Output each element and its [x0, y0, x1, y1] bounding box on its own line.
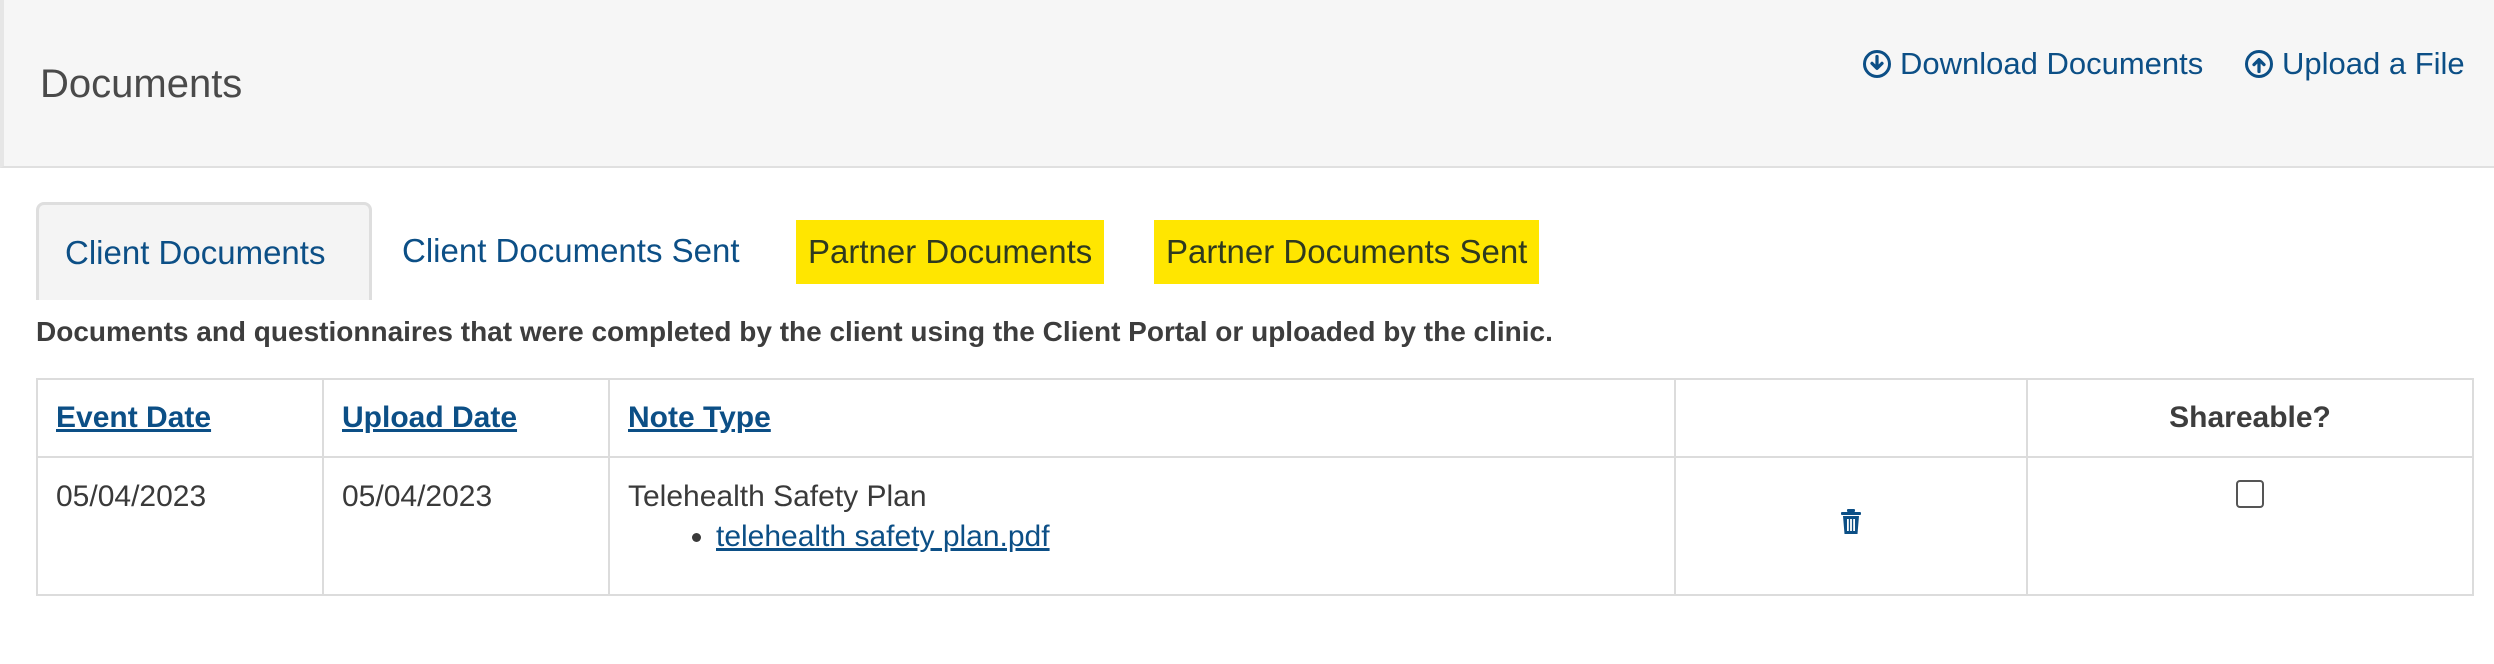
list-item: telehealth safety plan.pdf: [716, 520, 1656, 554]
file-list: telehealth safety plan.pdf: [628, 520, 1656, 554]
table-row: 05/04/2023 05/04/2023 Telehealth Safety …: [36, 456, 2474, 596]
trash-icon[interactable]: [1839, 508, 1863, 536]
sort-note-type-link[interactable]: Note Type: [628, 401, 771, 434]
tab-client-documents-sent[interactable]: Client Documents Sent: [402, 202, 740, 300]
column-header-upload-date[interactable]: Upload Date: [322, 378, 610, 458]
upload-date-value: 05/04/2023: [342, 480, 493, 513]
tab-partner-documents-sent[interactable]: Partner Documents Sent: [1154, 220, 1540, 284]
column-header-actions: [1674, 378, 2028, 458]
download-documents-label: Download Documents: [1900, 46, 2204, 81]
sort-upload-date-link[interactable]: Upload Date: [342, 401, 517, 434]
documents-table: Event Date Upload Date Note Type Shareab…: [36, 378, 2474, 596]
tab-client-documents[interactable]: Client Documents: [36, 202, 372, 300]
upload-circle-icon: [2245, 50, 2273, 78]
column-header-note-type[interactable]: Note Type: [608, 378, 1676, 458]
page-header: Documents Download Documents Upload a Fi…: [0, 0, 2494, 168]
note-type-value: Telehealth Safety Plan: [628, 480, 927, 513]
upload-date-cell: 05/04/2023: [322, 456, 610, 596]
actions-cell: [1674, 456, 2028, 596]
tab-description: Documents and questionnaires that were c…: [36, 316, 1553, 347]
event-date-cell: 05/04/2023: [36, 456, 324, 596]
file-link[interactable]: telehealth safety plan.pdf: [716, 520, 1050, 553]
page-title: Documents: [40, 62, 243, 106]
sort-event-date-link[interactable]: Event Date: [56, 401, 211, 434]
download-circle-icon: [1863, 50, 1891, 78]
upload-file-label: Upload a File: [2282, 46, 2465, 81]
column-header-shareable: Shareable?: [2026, 378, 2474, 458]
upload-file-link[interactable]: Upload a File: [2244, 46, 2465, 82]
column-header-event-date[interactable]: Event Date: [36, 378, 324, 458]
tab-partner-documents[interactable]: Partner Documents: [796, 220, 1105, 284]
event-date-value: 05/04/2023: [56, 480, 207, 513]
shareable-cell: [2026, 456, 2474, 596]
shareable-checkbox[interactable]: [2236, 480, 2264, 508]
note-type-cell: Telehealth Safety Plan telehealth safety…: [608, 456, 1676, 596]
table-header-row: Event Date Upload Date Note Type Shareab…: [36, 378, 2474, 458]
download-documents-link[interactable]: Download Documents: [1862, 46, 2203, 82]
